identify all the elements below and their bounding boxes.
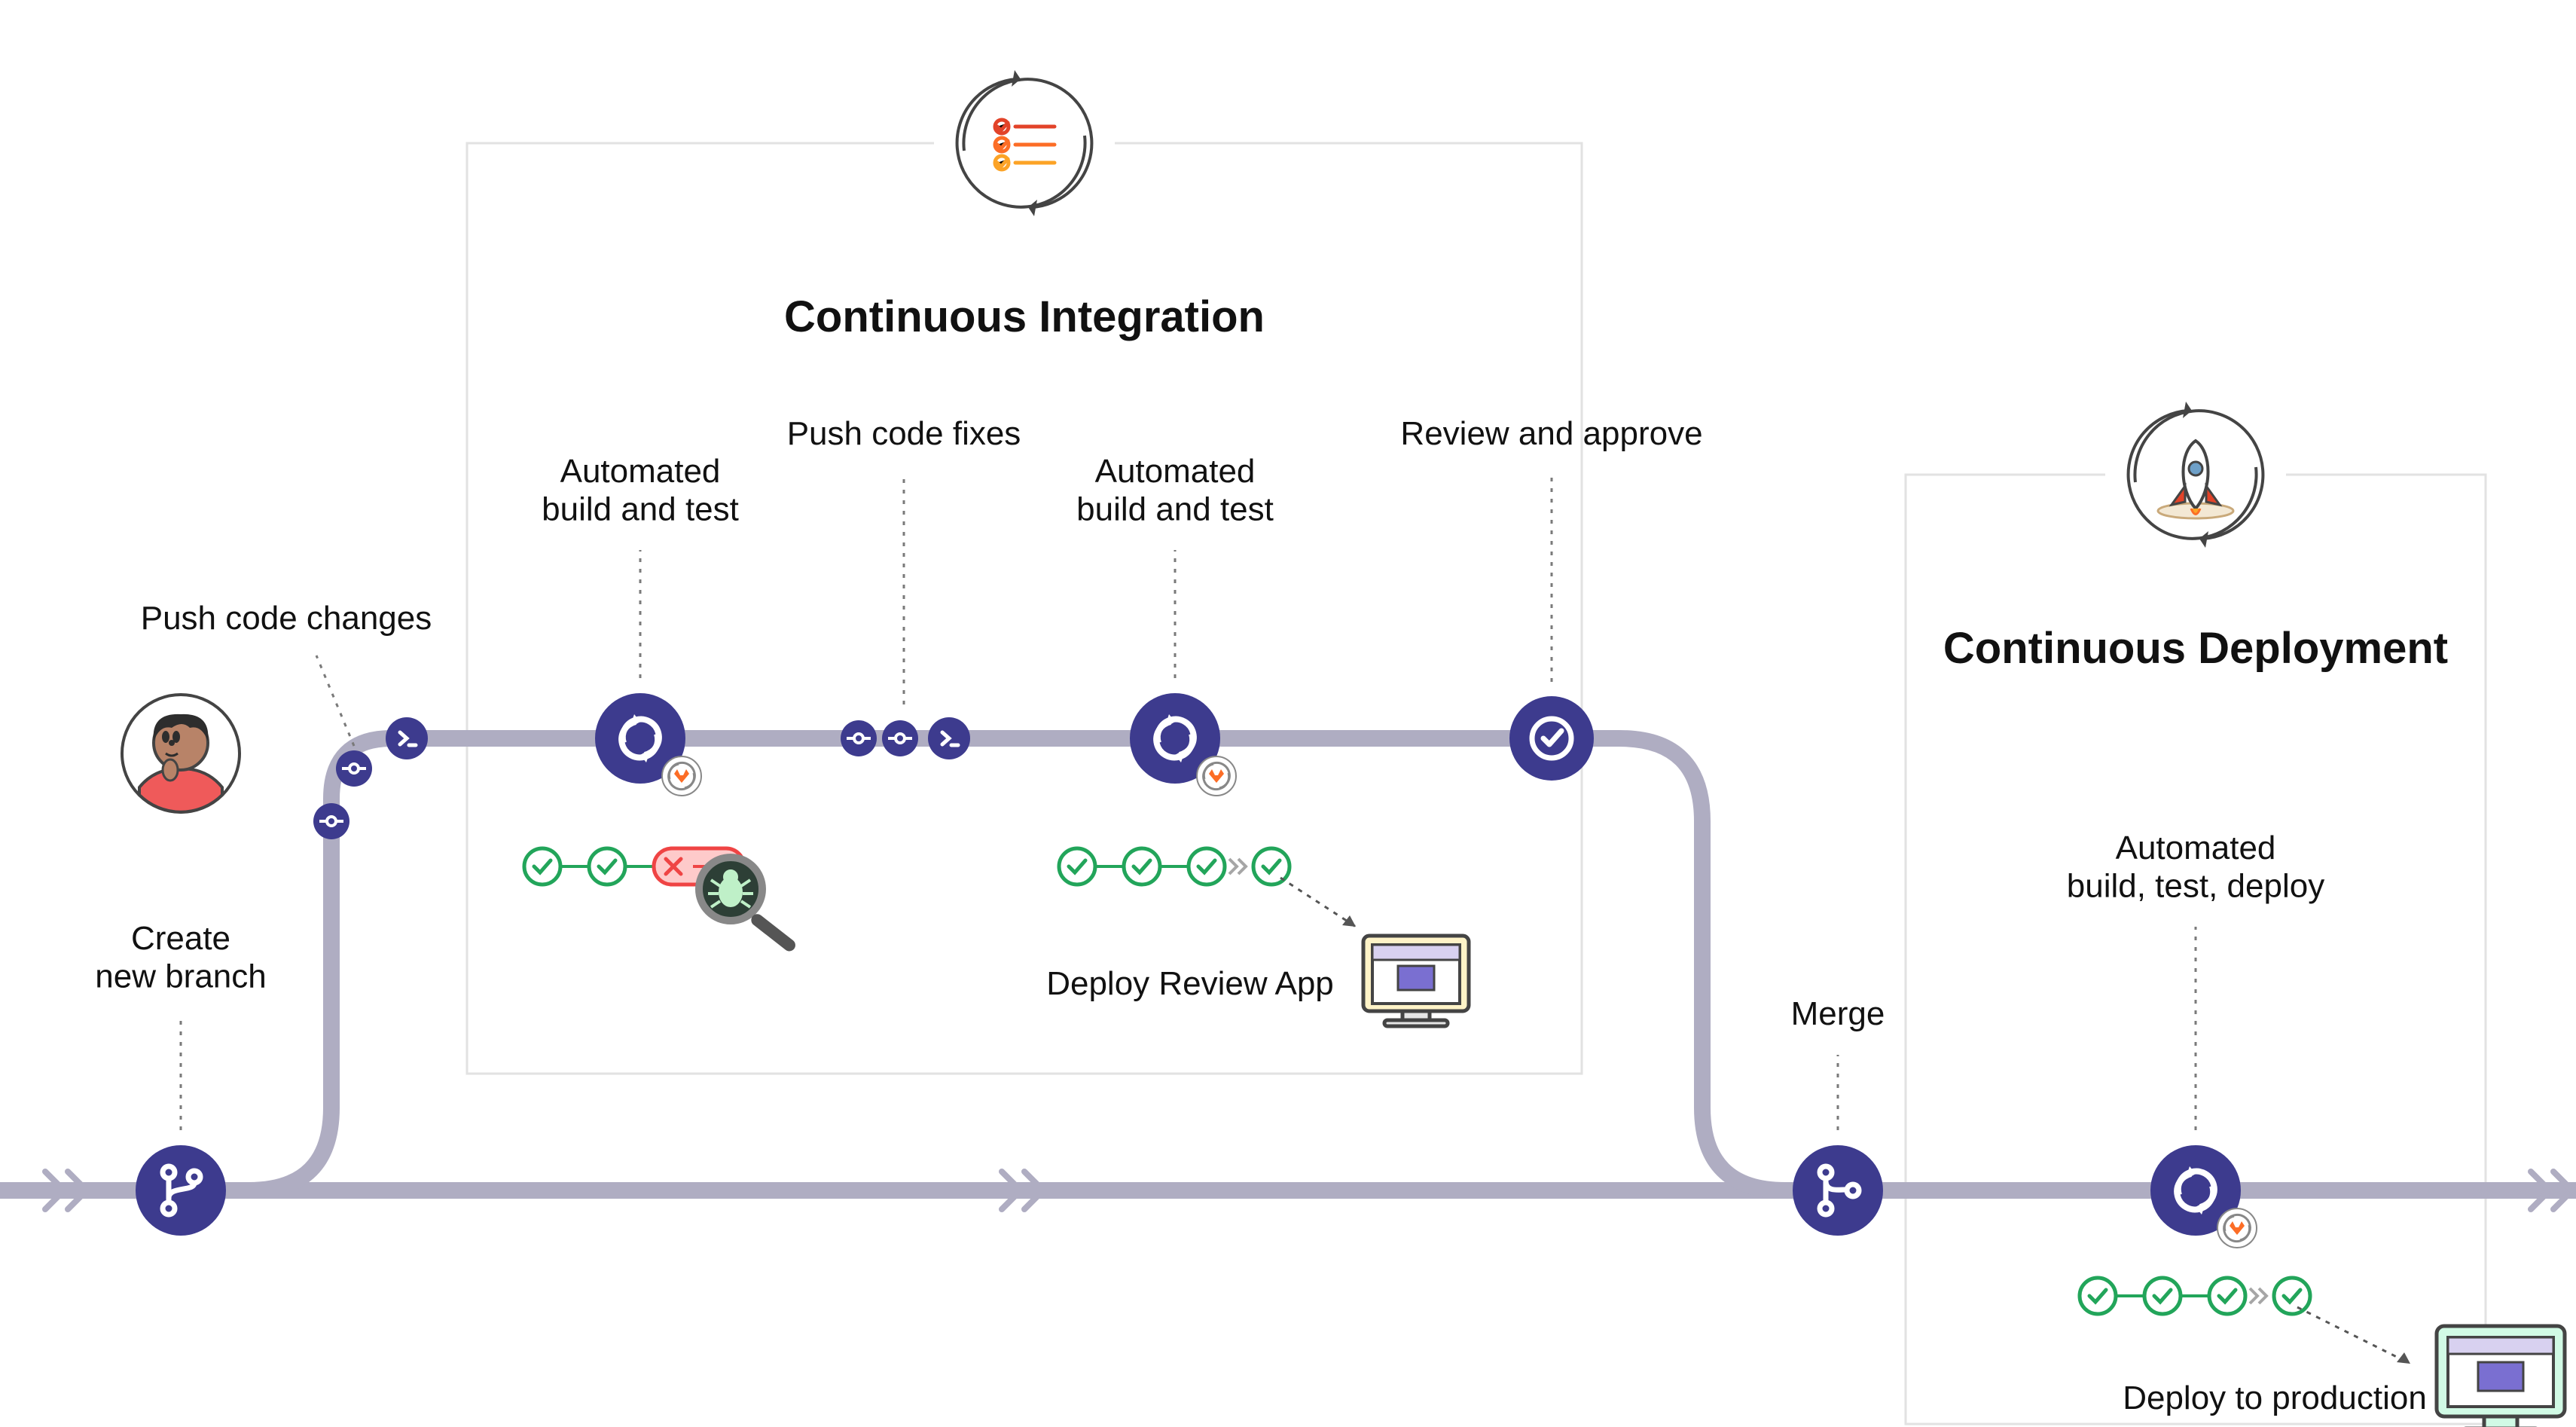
label-deploy-review: Deploy Review App	[1046, 965, 1334, 1002]
monitor-prod-icon	[2437, 1326, 2565, 1427]
label-merge: Merge	[1791, 995, 1885, 1032]
label-push-fixes: Push code fixes	[787, 415, 1021, 452]
check-icon	[524, 848, 560, 885]
check-icon	[1124, 848, 1160, 885]
label-review-approve: Review and approve	[1400, 415, 1702, 452]
node-review-approve: Review and approve	[1400, 415, 1702, 781]
node-build-test-deploy: Automatedbuild, test, deploy Deploy to p…	[2067, 830, 2565, 1427]
node-merge: Merge	[1791, 995, 1885, 1236]
label-push-changes: Push code changes	[141, 600, 432, 637]
ci-pipeline-pass	[1059, 848, 1290, 885]
check-icon	[2209, 1278, 2245, 1314]
ci-section-title: Continuous Integration	[784, 292, 1265, 341]
label-build-test-1: Automatedbuild and test	[542, 453, 739, 528]
check-icon	[2144, 1278, 2181, 1314]
check-icon	[2274, 1278, 2310, 1314]
label-build-test-2: Automatedbuild and test	[1076, 453, 1274, 528]
node-push-fixes: Push code fixes	[787, 415, 1021, 759]
check-icon	[1059, 848, 1095, 885]
gitlab-cycle-badge-icon	[662, 756, 701, 796]
label-create-branch: Createnew branch	[95, 920, 266, 995]
ci-section-box: Continuous Integration	[467, 53, 1582, 1074]
label-build-test-deploy: Automatedbuild, test, deploy	[2067, 830, 2324, 905]
cd-section-title: Continuous Deployment	[1943, 624, 2448, 673]
bug-magnifier-icon	[699, 857, 798, 954]
node-build-test-1: Automatedbuild and test	[524, 453, 798, 954]
gitlab-cycle-badge-icon	[2217, 1209, 2257, 1248]
gitlab-cycle-badge-icon	[1197, 756, 1236, 796]
cd-pipeline-status	[2080, 1278, 2310, 1314]
label-deploy-prod: Deploy to production	[2123, 1380, 2427, 1416]
check-icon	[589, 848, 625, 885]
branch-loop	[181, 738, 1785, 1190]
monitor-review-icon	[1363, 936, 1469, 1026]
check-icon	[2080, 1278, 2116, 1314]
avatar	[122, 695, 240, 812]
check-icon	[1189, 848, 1225, 885]
